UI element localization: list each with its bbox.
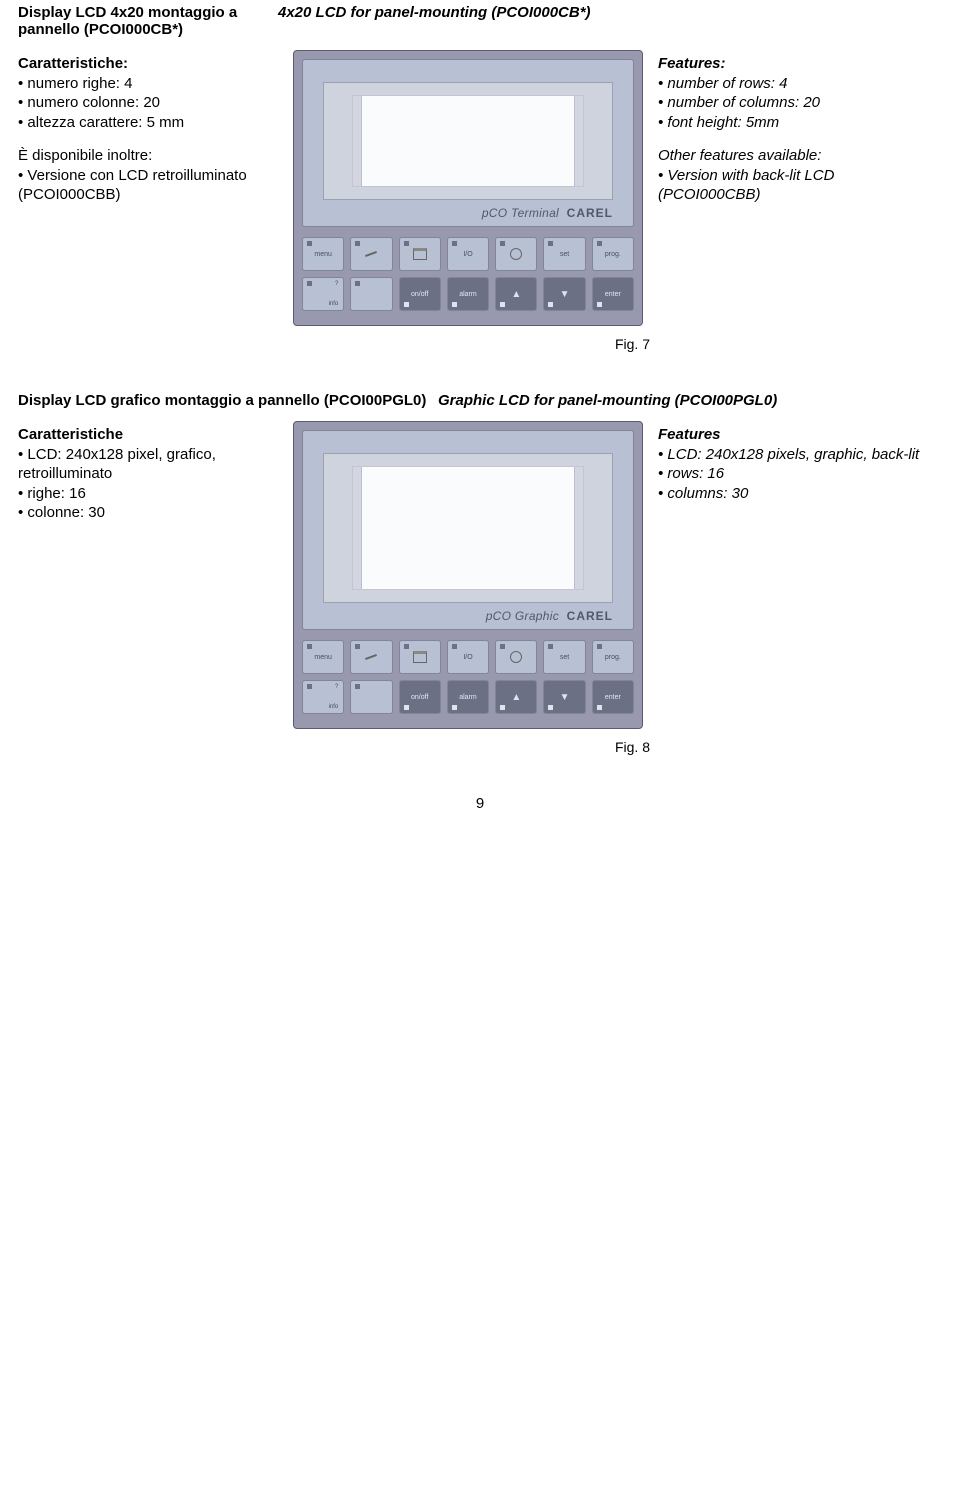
spec-item: columns: 30	[658, 484, 938, 504]
device-model-label: pCO Terminal	[482, 206, 559, 220]
key-onoff: on/off	[399, 680, 441, 714]
key-menu: menu	[302, 640, 344, 674]
key-info: ?info	[302, 277, 344, 311]
figure-caption-2: Fig. 8	[615, 739, 650, 755]
spec-item: altezza carattere: 5 mm	[18, 113, 278, 133]
section1-header: Display LCD 4x20 montaggio a pannello (P…	[18, 4, 942, 38]
specs-en-heading: Features:	[658, 54, 938, 74]
device-illustration-1: pCO Terminal CAREL menu I/O set prog.	[278, 50, 658, 352]
key-down-icon: ▼	[543, 277, 585, 311]
key-up-icon: ▲	[495, 277, 537, 311]
key-io: I/O	[447, 237, 489, 271]
specs-it-heading: Caratteristiche:	[18, 54, 278, 74]
key-prog: prog.	[592, 640, 634, 674]
key-io: I/O	[447, 640, 489, 674]
key-enter: enter	[592, 277, 634, 311]
lcd-screen	[323, 453, 613, 603]
title-en-1: 4x20 LCD for panel-mounting (PCOI000CB*)	[278, 4, 918, 38]
specs-it-1: Caratteristiche: numero righe: 4 numero …	[18, 50, 278, 352]
specs-en-1: Features: number of rows: 4 number of co…	[658, 50, 938, 352]
key-set: set	[543, 237, 585, 271]
key-onoff: on/off	[399, 277, 441, 311]
specs-en-heading-2: Features	[658, 425, 938, 445]
spec-item: number of columns: 20	[658, 93, 938, 113]
spec-item: LCD: 240x128 pixel, grafico, retroillumi…	[18, 445, 278, 484]
spec-item: font height: 5mm	[658, 113, 938, 133]
key-blank	[350, 277, 392, 311]
section-lcd-graphic: Display LCD grafico montaggio a pannello…	[18, 392, 942, 755]
key-printer-icon	[399, 640, 441, 674]
key-alarm: alarm	[447, 680, 489, 714]
key-clock-icon	[495, 640, 537, 674]
title-en-2: Graphic LCD for panel-mounting (PCOI00PG…	[438, 392, 918, 409]
figure-caption-1: Fig. 7	[615, 336, 650, 352]
section2-header: Display LCD grafico montaggio a pannello…	[18, 392, 942, 409]
key-set: set	[543, 640, 585, 674]
section-lcd-4x20: Display LCD 4x20 montaggio a pannello (P…	[18, 4, 942, 352]
spec-item: colonne: 30	[18, 503, 278, 523]
key-menu: menu	[302, 237, 344, 271]
page-number: 9	[18, 795, 942, 812]
spec-item: LCD: 240x128 pixels, graphic, back-lit	[658, 445, 938, 465]
specs-it-2: Caratteristiche LCD: 240x128 pixel, graf…	[18, 421, 278, 755]
avail-en-heading: Other features available:	[658, 146, 938, 166]
avail-item: Version with back-lit LCD (PCOI000CBB)	[658, 166, 938, 205]
key-enter: enter	[592, 680, 634, 714]
avail-item: Versione con LCD retroilluminato (PCOI00…	[18, 166, 278, 205]
title-it-2: Display LCD grafico montaggio a pannello…	[18, 392, 438, 409]
spec-item: righe: 16	[18, 484, 278, 504]
key-printer-icon	[399, 237, 441, 271]
brand-label: CAREL	[567, 206, 613, 220]
lcd-screen	[323, 82, 613, 200]
key-clock-icon	[495, 237, 537, 271]
spec-item: numero colonne: 20	[18, 93, 278, 113]
key-up-icon: ▲	[495, 680, 537, 714]
avail-it-heading: È disponibile inoltre:	[18, 146, 278, 166]
device-model-label: pCO Graphic	[486, 609, 559, 623]
spec-item: rows: 16	[658, 464, 938, 484]
key-prog: prog.	[592, 237, 634, 271]
key-tool-icon	[350, 237, 392, 271]
key-info: ?info	[302, 680, 344, 714]
device-illustration-2: pCO Graphic CAREL menu I/O set prog.	[278, 421, 658, 755]
specs-it-heading-2: Caratteristiche	[18, 425, 278, 445]
spec-item: number of rows: 4	[658, 74, 938, 94]
specs-en-2: Features LCD: 240x128 pixels, graphic, b…	[658, 421, 938, 755]
spec-item: numero righe: 4	[18, 74, 278, 94]
key-tool-icon	[350, 640, 392, 674]
brand-label: CAREL	[567, 609, 613, 623]
title-it-1: Display LCD 4x20 montaggio a pannello (P…	[18, 4, 278, 38]
key-down-icon: ▼	[543, 680, 585, 714]
key-blank	[350, 680, 392, 714]
key-alarm: alarm	[447, 277, 489, 311]
